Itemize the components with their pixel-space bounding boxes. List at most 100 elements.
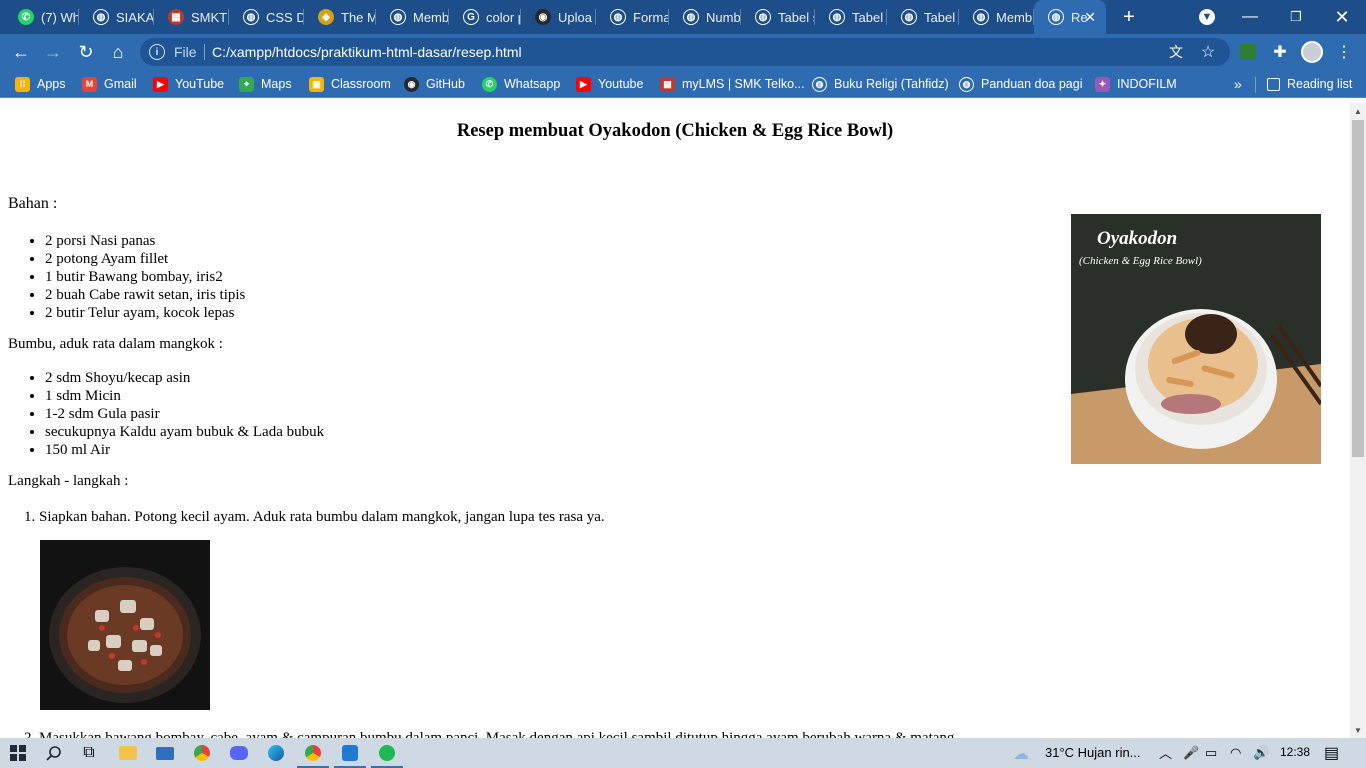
list-item: 1-2 sdm Gula pasir bbox=[45, 405, 324, 423]
notifications-icon[interactable]: ▤ bbox=[1324, 743, 1339, 763]
reading-list-button[interactable]: Reading list bbox=[1267, 76, 1352, 92]
browser-tab[interactable]: ◍ Tabel s bbox=[741, 0, 815, 34]
tab-label: Memb bbox=[996, 9, 1033, 25]
more-bookmarks-button[interactable]: » bbox=[1234, 76, 1242, 92]
file-explorer-icon[interactable] bbox=[116, 741, 140, 765]
forward-arrow-icon[interactable]: → bbox=[41, 40, 65, 64]
chrome-active-icon[interactable] bbox=[297, 741, 329, 768]
bookmark-item[interactable]: ▦ myLMS | SMK Telko... bbox=[660, 76, 805, 92]
bookmark-item[interactable]: ◍ Panduan doa pagi bbox=[959, 76, 1082, 92]
mail-icon[interactable] bbox=[153, 741, 177, 765]
new-tab-button[interactable]: + bbox=[1106, 0, 1152, 34]
puzzle-extensions-icon[interactable]: ✚ bbox=[1268, 40, 1292, 64]
volume-icon[interactable]: 🔊 bbox=[1253, 745, 1269, 761]
tray-chevron-up-icon[interactable]: ︿ bbox=[1159, 743, 1172, 762]
translate-icon[interactable]: 文 bbox=[1164, 40, 1188, 64]
film-icon: ✦ bbox=[1095, 76, 1110, 92]
bookmark-item[interactable]: ✆ Whatsapp bbox=[482, 76, 560, 92]
microphone-icon[interactable]: 🎤 bbox=[1183, 745, 1199, 761]
globe-icon: ◍ bbox=[973, 9, 989, 25]
restore-button[interactable]: ❐ bbox=[1273, 0, 1319, 34]
whatsapp-icon: ✆ bbox=[18, 9, 34, 25]
close-window-button[interactable]: ✕ bbox=[1319, 0, 1365, 34]
chrome-icon[interactable] bbox=[190, 741, 214, 765]
list-item: secukupnya Kaldu ayam bubuk & Lada bubuk bbox=[45, 423, 324, 441]
tab-label: Forma bbox=[633, 9, 669, 25]
list-item: 1 sdm Micin bbox=[45, 387, 324, 405]
globe-icon: ◍ bbox=[610, 9, 626, 25]
spotify-icon[interactable] bbox=[371, 741, 403, 768]
profile-avatar[interactable] bbox=[1300, 40, 1324, 64]
bookmark-item[interactable]: ✦ INDOFILM bbox=[1095, 76, 1177, 92]
langkah-list: Siapkan bahan. Potong kecil ayam. Aduk r… bbox=[39, 508, 605, 526]
list-item: 2 butir Telur ayam, kocok lepas bbox=[45, 304, 245, 322]
browser-tab[interactable]: ◍ Tabel bbox=[887, 0, 959, 34]
reload-icon[interactable]: ↻ bbox=[74, 40, 98, 64]
bookmark-item[interactable]: ◉ GitHub bbox=[404, 76, 465, 92]
url-text[interactable]: C:/xampp/htdocs/praktikum-html-dasar/res… bbox=[212, 44, 522, 60]
tab-label: CSS D bbox=[266, 9, 304, 25]
bookmark-item[interactable]: ◍ Buku Religi (Tahfidz) bbox=[812, 76, 949, 92]
home-icon[interactable]: ⌂ bbox=[106, 40, 130, 64]
minimize-button[interactable]: — bbox=[1227, 0, 1273, 34]
browser-tab[interactable]: ◍ Tabel I bbox=[815, 0, 887, 34]
clock[interactable]: 12:38 bbox=[1280, 745, 1310, 759]
browser-tab[interactable]: ◍ CSS D bbox=[229, 0, 304, 34]
browser-tab[interactable]: ▦ SMKTI bbox=[154, 0, 229, 34]
bookmark-item[interactable]: ▶ Youtube bbox=[576, 76, 643, 92]
scrollbar-thumb[interactable] bbox=[1352, 120, 1364, 457]
google-icon: G bbox=[463, 9, 479, 25]
step-1-photo bbox=[40, 540, 210, 710]
browser-tab[interactable]: ◍ SIAKA bbox=[79, 0, 154, 34]
maps-icon: ⌖ bbox=[239, 76, 254, 92]
browser-tab[interactable]: ✆ (7) Wh bbox=[4, 0, 79, 34]
apps-grid-icon: ⁞⁞ bbox=[15, 76, 30, 92]
browser-tab[interactable]: ◍ Re ✕ bbox=[1034, 0, 1106, 34]
browser-tab[interactable]: ◈ The M bbox=[304, 0, 376, 34]
bookmark-item[interactable]: ▶ YouTube bbox=[153, 76, 224, 92]
browser-tab[interactable]: ◍ Memb bbox=[959, 0, 1034, 34]
gmail-icon: M bbox=[82, 76, 97, 92]
tab-label: Tabel s bbox=[778, 9, 815, 25]
task-view-icon[interactable]: ⧉ bbox=[77, 741, 101, 765]
browser-tab[interactable]: ◍ Forma bbox=[596, 0, 669, 34]
extension-icon[interactable] bbox=[1236, 40, 1260, 64]
browser-tab[interactable]: Gcolor p bbox=[449, 0, 521, 34]
windows-start-icon[interactable] bbox=[6, 741, 30, 765]
tab-label: (7) Wh bbox=[41, 9, 79, 25]
browser-tab[interactable]: ◍ Numb bbox=[669, 0, 741, 34]
wifi-icon[interactable]: ◠ bbox=[1230, 745, 1241, 761]
weather-status[interactable]: 31°C Hujan rin... bbox=[1045, 745, 1141, 760]
browser-tab[interactable]: ◉ Uploa bbox=[521, 0, 596, 34]
list-item: Masukkan bawang bombay, cabe, ayam & cam… bbox=[39, 729, 958, 738]
tab-label: color p bbox=[486, 9, 521, 25]
scroll-up-arrow-icon[interactable]: ▲ bbox=[1350, 103, 1366, 119]
tab-search-icon[interactable]: ▼ bbox=[1184, 0, 1230, 34]
shield-icon: ◈ bbox=[318, 9, 334, 25]
menu-kebab-icon[interactable]: ⋮ bbox=[1332, 40, 1356, 64]
browser-tab[interactable]: ◍ Memb bbox=[376, 0, 449, 34]
bookmark-item[interactable]: ⁞⁞ Apps bbox=[15, 76, 66, 92]
list-item: 2 buah Cabe rawit setan, iris tipis bbox=[45, 286, 245, 304]
globe-icon: ◍ bbox=[1048, 9, 1064, 25]
vscode-icon[interactable] bbox=[334, 741, 366, 768]
page-scrollbar[interactable]: ▲ ▼ bbox=[1350, 103, 1366, 738]
bookmark-item[interactable]: ▣ Classroom bbox=[309, 76, 391, 92]
search-icon[interactable] bbox=[42, 741, 66, 765]
globe-icon: ◍ bbox=[829, 9, 845, 25]
close-tab-icon[interactable]: ✕ bbox=[1084, 9, 1096, 26]
globe-icon: ◍ bbox=[683, 9, 699, 25]
address-bar[interactable]: i File C:/xampp/htdocs/praktikum-html-da… bbox=[140, 38, 1230, 66]
bookmark-star-icon[interactable]: ☆ bbox=[1196, 40, 1220, 64]
discord-icon[interactable] bbox=[227, 741, 251, 765]
bookmark-item[interactable]: M Gmail bbox=[82, 76, 137, 92]
scroll-down-arrow-icon[interactable]: ▼ bbox=[1350, 722, 1366, 738]
tab-label: Uploa bbox=[558, 9, 592, 25]
browser-toolbar: ← → ↻ ⌂ i File C:/xampp/htdocs/praktikum… bbox=[0, 34, 1366, 70]
windows-taskbar: ⧉ ☁ 31°C Hujan rin... ︿ 🎤 ▭ ◠ 🔊 12:38 ▤ bbox=[0, 738, 1366, 768]
battery-icon[interactable]: ▭ bbox=[1205, 745, 1217, 761]
back-arrow-icon[interactable]: ← bbox=[9, 40, 33, 64]
bookmark-item[interactable]: ⌖ Maps bbox=[239, 76, 292, 92]
site-info-icon[interactable]: i bbox=[149, 44, 165, 60]
edge-icon[interactable] bbox=[264, 741, 288, 765]
